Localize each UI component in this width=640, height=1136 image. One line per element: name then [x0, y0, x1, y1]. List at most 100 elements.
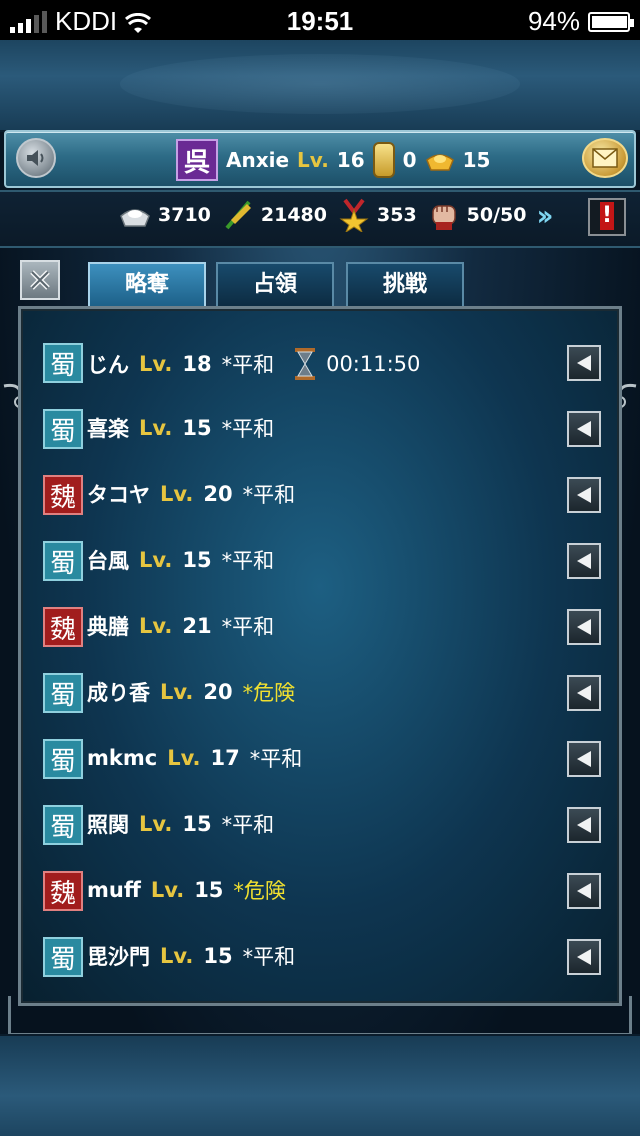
- status-label: *平和: [249, 747, 303, 771]
- gold-count: 0: [402, 148, 417, 172]
- mail-button[interactable]: [582, 138, 628, 178]
- kingdom-badge: 蜀: [43, 805, 83, 845]
- player-level: 20: [203, 482, 233, 506]
- play-left-icon: [577, 619, 591, 635]
- attack-button[interactable]: [567, 675, 601, 711]
- player-name: 毘沙門: [87, 945, 150, 969]
- list-item[interactable]: 蜀 照関 Lv. 15 *平和: [21, 791, 619, 857]
- play-left-icon: [577, 487, 591, 503]
- list-item[interactable]: 蜀 じん Lv. 18 *平和 00:11:50: [21, 329, 619, 395]
- play-left-icon: [577, 553, 591, 569]
- exclamation-icon: !: [600, 202, 614, 230]
- kingdom-badge: 蜀: [43, 343, 83, 383]
- status-label: *危険: [233, 879, 286, 903]
- level-label: Lv.: [160, 482, 194, 506]
- cooldown-timer: 00:11:50: [326, 352, 421, 376]
- kingdom-badge: 蜀: [43, 541, 83, 581]
- player-info: 照関 Lv. 15 *平和: [87, 809, 274, 839]
- list-item[interactable]: 蜀 mkmc Lv. 17 *平和: [21, 725, 619, 791]
- silver-icon: [120, 209, 150, 227]
- kingdom-badge: 魏: [43, 871, 83, 911]
- player-level: 20: [203, 680, 233, 704]
- play-left-icon: [577, 949, 591, 965]
- attack-button[interactable]: [567, 939, 601, 975]
- double-chevron-right-icon[interactable]: ››: [537, 199, 554, 232]
- attack-button[interactable]: [567, 609, 601, 645]
- food-count: 21480: [260, 204, 327, 226]
- kingdom-badge: 魏: [43, 475, 83, 515]
- status-label: *平和: [242, 945, 296, 969]
- player-info: 台風 Lv. 15 *平和: [87, 545, 274, 575]
- status-label: *平和: [221, 417, 275, 441]
- play-left-icon: [577, 817, 591, 833]
- fist-icon: [431, 205, 456, 230]
- play-left-icon: [577, 883, 591, 899]
- player-name: Anxie: [226, 148, 290, 172]
- scroll-banner-top: [0, 40, 640, 132]
- player-info: mkmc Lv. 17 *平和: [87, 743, 302, 773]
- player-info: じん Lv. 18 *平和 00:11:50: [87, 347, 420, 381]
- alert-button[interactable]: !: [588, 198, 626, 236]
- hourglass-icon: [295, 348, 316, 380]
- tab-plunder[interactable]: 略奪: [88, 262, 206, 308]
- player-level: 15: [182, 548, 212, 572]
- player-list-panel: 蜀 じん Lv. 18 *平和 00:11:50 蜀 喜楽 Lv. 15 *平和 魏…: [18, 306, 622, 1006]
- attack-button[interactable]: [567, 411, 601, 447]
- player-name: 台風: [87, 549, 129, 573]
- stamina-count: 50/50: [466, 204, 527, 226]
- level-label: Lv.: [139, 352, 173, 376]
- list-item[interactable]: 蜀 喜楽 Lv. 15 *平和: [21, 395, 619, 461]
- scroll-banner-bottom: [0, 1034, 640, 1136]
- envelope-icon: [592, 148, 618, 168]
- medal-icon: [339, 198, 369, 232]
- level-label: Lv.: [160, 944, 194, 968]
- list-item[interactable]: 魏 典膳 Lv. 21 *平和: [21, 593, 619, 659]
- status-label: *平和: [221, 549, 275, 573]
- player-info: 成り香 Lv. 20 *危険: [87, 677, 295, 707]
- player-name: じん: [87, 353, 129, 377]
- play-left-icon: [577, 355, 591, 371]
- attack-button[interactable]: [567, 741, 601, 777]
- list-item[interactable]: 蜀 台風 Lv. 15 *平和: [21, 527, 619, 593]
- close-icon: [30, 270, 50, 290]
- status-label: *平和: [221, 353, 275, 377]
- player-info: 呉 Anxie Lv. 16 0 15: [176, 138, 490, 182]
- player-name: 成り香: [87, 681, 150, 705]
- level-label: Lv.: [160, 680, 194, 704]
- player-level: 16: [336, 148, 365, 172]
- player-name: 典膳: [87, 615, 129, 639]
- status-label: *危険: [242, 681, 296, 705]
- list-item[interactable]: 魏 muff Lv. 15 *危険: [21, 857, 619, 923]
- tab-challenge[interactable]: 挑戦: [346, 262, 464, 308]
- speaker-icon: [27, 150, 44, 166]
- attack-button[interactable]: [567, 807, 601, 843]
- level-label: Lv.: [139, 416, 173, 440]
- attack-button[interactable]: [567, 543, 601, 579]
- close-button[interactable]: [20, 260, 60, 300]
- player-level: 15: [194, 878, 224, 902]
- player-level: 17: [210, 746, 240, 770]
- player-info: タコヤ Lv. 20 *平和: [87, 479, 295, 509]
- status-bar: KDDI 19:51 94%: [0, 0, 640, 40]
- attack-button[interactable]: [567, 873, 601, 909]
- play-left-icon: [577, 421, 591, 437]
- play-left-icon: [577, 685, 591, 701]
- list-item[interactable]: 蜀 成り香 Lv. 20 *危険: [21, 659, 619, 725]
- tab-occupy[interactable]: 占領: [216, 262, 334, 308]
- list-item[interactable]: 魏 タコヤ Lv. 20 *平和: [21, 461, 619, 527]
- player-name: mkmc: [87, 746, 158, 770]
- list-item[interactable]: 蜀 毘沙門 Lv. 15 *平和: [21, 923, 619, 989]
- status-label: *平和: [221, 615, 275, 639]
- player-level: 18: [182, 352, 212, 376]
- sound-toggle-button[interactable]: [16, 138, 56, 178]
- player-info: muff Lv. 15 *危険: [87, 875, 286, 905]
- attack-button[interactable]: [567, 477, 601, 513]
- medal-count: 353: [377, 204, 417, 226]
- resource-bar: 3710 21480 353 50/50 ›› !: [0, 190, 640, 426]
- kingdom-badge: 蜀: [43, 739, 83, 779]
- player-level: 15: [182, 812, 212, 836]
- level-label: Lv.: [150, 878, 185, 902]
- resource-row: 3710 21480 353 50/50 ››: [118, 198, 554, 232]
- attack-button[interactable]: [567, 345, 601, 381]
- gold-token-icon: [372, 142, 395, 178]
